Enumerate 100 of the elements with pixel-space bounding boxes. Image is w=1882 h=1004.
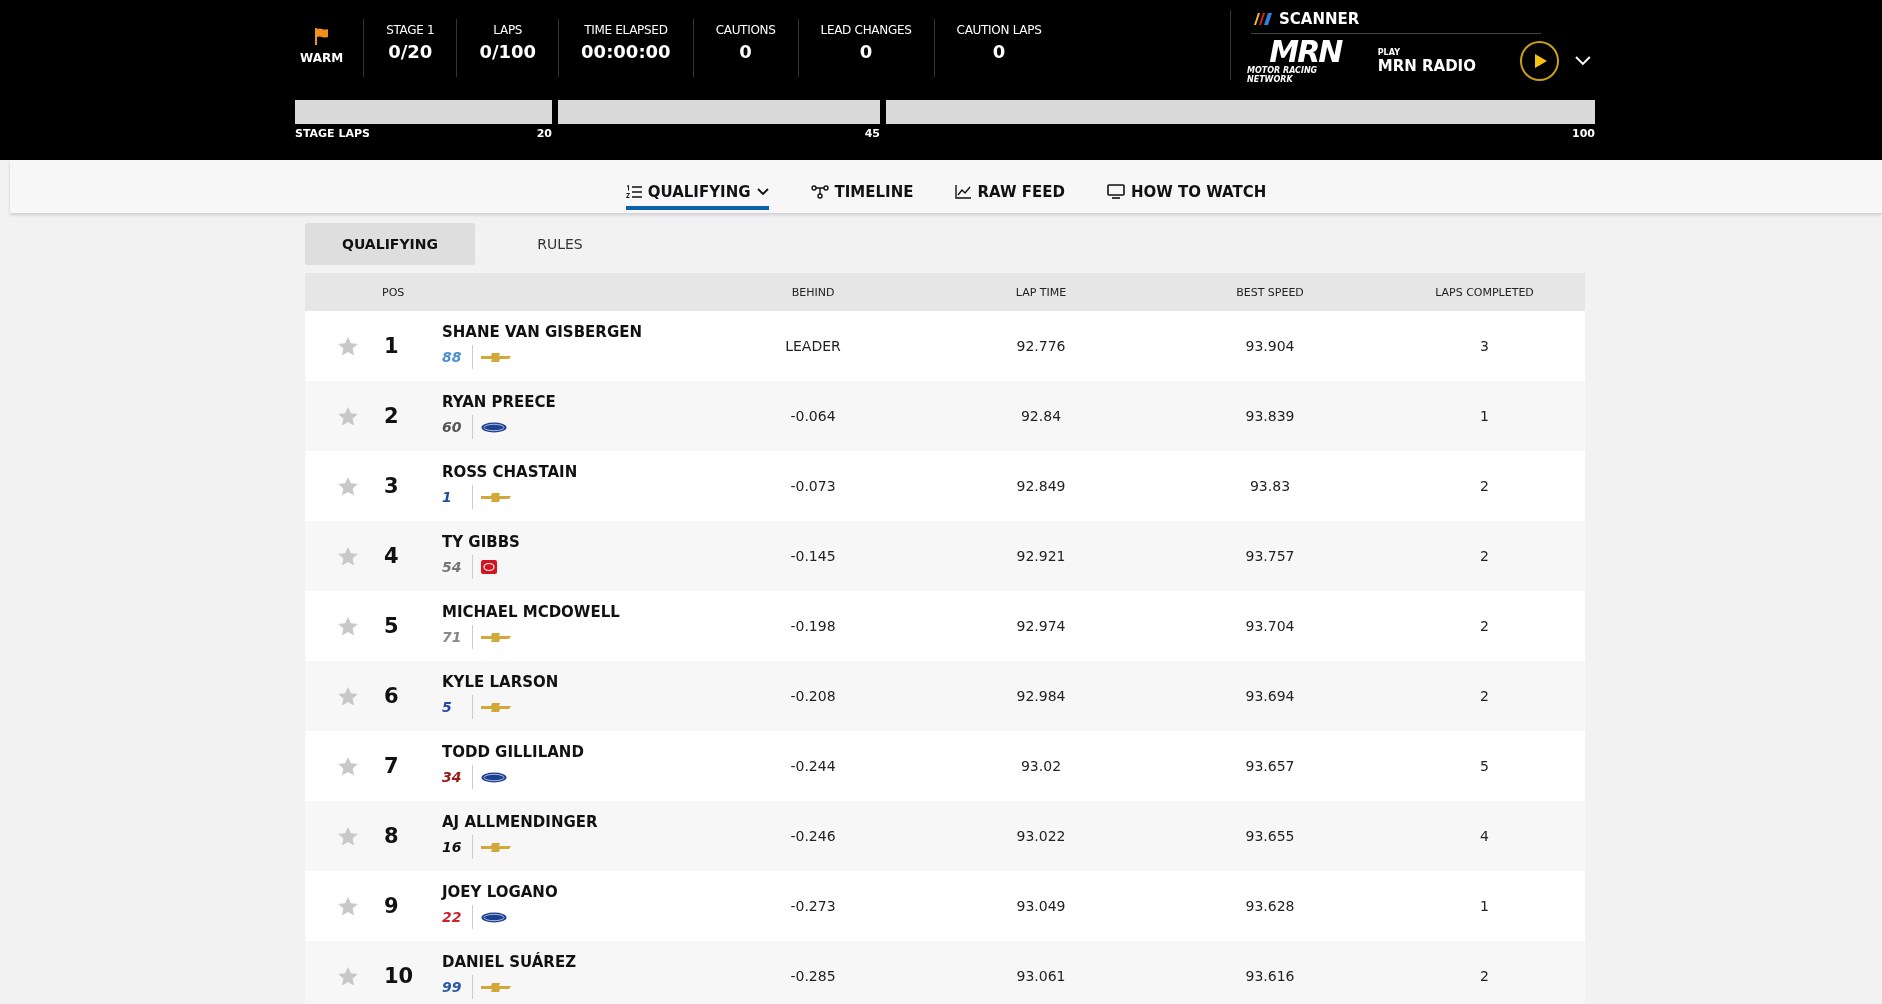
driver-name: AJ ALLMENDINGER	[442, 813, 599, 831]
star-icon[interactable]	[338, 686, 358, 706]
car-number: 5	[442, 699, 453, 715]
best-speed: 93.704	[1244, 618, 1296, 634]
flag-icon	[313, 27, 330, 45]
driver-name: RYAN PREECE	[442, 393, 557, 411]
behind-time: -0.246	[789, 828, 837, 844]
best-speed: 93.628	[1244, 898, 1296, 914]
table-row[interactable]: 9 JOEY LOGANO 22 -0.273 93.049 93.628 1	[305, 871, 1585, 941]
lap-time: 92.921	[1015, 548, 1067, 564]
lap-time: 93.061	[1015, 968, 1067, 984]
lap-time: 93.022	[1015, 828, 1067, 844]
best-speed: 93.83	[1248, 478, 1292, 494]
star-icon[interactable]	[338, 546, 358, 566]
car-number: 71	[442, 629, 463, 645]
lap-time: 92.84	[1019, 408, 1063, 424]
stat-label: TIME ELAPSED	[584, 23, 668, 37]
laps-completed: 2	[1479, 548, 1490, 564]
stat-value: 00:00:00	[581, 41, 671, 62]
nav-tab[interactable]: HOW TO WATCH	[1106, 167, 1267, 210]
column-header: LAP TIME	[1014, 285, 1068, 299]
stat-label: LAPS	[493, 23, 523, 37]
oval-icon	[481, 421, 507, 433]
stat-value: 0	[992, 41, 1006, 62]
best-speed: 93.757	[1244, 548, 1296, 564]
line-chart-icon	[955, 184, 972, 199]
behind-time: -0.064	[789, 408, 837, 424]
monitor-icon	[1106, 184, 1125, 199]
flag-status: WARM	[300, 51, 344, 65]
best-speed: 93.839	[1244, 408, 1296, 424]
station-name: MRN RADIO	[1377, 56, 1477, 75]
table-row[interactable]: 7 TODD GILLILAND 34 -0.244 93.02 93.657 5	[305, 731, 1585, 801]
chevron-down-icon[interactable]	[1575, 56, 1591, 66]
driver-name: ROSS CHASTAIN	[442, 463, 579, 481]
sub-tab[interactable]: QUALIFYING	[305, 223, 475, 265]
column-header: LAPS COMPLETED	[1434, 285, 1535, 299]
nav-tab[interactable]: TIMELINE	[810, 167, 914, 210]
star-icon[interactable]	[338, 826, 358, 846]
driver-name: MICHAEL MCDOWELL	[442, 603, 621, 621]
car-number: 60	[442, 419, 463, 435]
table-row[interactable]: 8 AJ ALLMENDINGER 16 -0.246 93.022 93.655 4	[305, 801, 1585, 871]
driver-name: TY GIBBS	[442, 533, 521, 551]
table-row[interactable]: 1 SHANE VAN GISBERGEN 88 LEADER 92.776 93.904 3	[305, 311, 1585, 381]
table-row[interactable]: 2 RYAN PREECE 60 -0.064 92.84 93.839 1	[305, 381, 1585, 451]
table-row[interactable]: 6 KYLE LARSON 5 -0.208 92.984 93.694 2	[305, 661, 1585, 731]
laps-completed: 2	[1479, 688, 1490, 704]
star-icon[interactable]	[338, 616, 358, 636]
table-row[interactable]: 3 ROSS CHASTAIN 1 -0.073 92.849 93.83 2	[305, 451, 1585, 521]
position-number: 5	[383, 614, 400, 638]
star-icon[interactable]	[338, 336, 358, 356]
stage-end-lap: 45	[864, 127, 880, 140]
stripes-icon	[1251, 13, 1273, 25]
star-icon[interactable]	[338, 896, 358, 916]
lap-time: 92.984	[1015, 688, 1067, 704]
emblem-icon	[481, 560, 497, 574]
table-row[interactable]: 10 DANIEL SUÁREZ 99 -0.285 93.061 93.616 2	[305, 941, 1585, 1004]
position-number: 10	[383, 964, 415, 988]
behind-time: LEADER	[784, 338, 842, 354]
play-button[interactable]	[1519, 41, 1560, 81]
position-number: 2	[383, 404, 400, 428]
car-number: 99	[442, 979, 463, 995]
lap-time: 93.02	[1019, 758, 1063, 774]
column-header: BEHIND	[790, 285, 836, 299]
driver-name: SHANE VAN GISBERGEN	[442, 323, 643, 341]
position-number: 6	[383, 684, 400, 708]
star-icon[interactable]	[338, 406, 358, 426]
sub-tab[interactable]: RULES	[475, 223, 645, 265]
best-speed: 93.616	[1244, 968, 1296, 984]
behind-time: -0.273	[789, 898, 837, 914]
driver-name: DANIEL SUÁREZ	[442, 953, 578, 971]
stat-label: CAUTIONS	[715, 23, 776, 37]
car-number: 1	[442, 489, 453, 505]
stat-label: CAUTION LAPS	[956, 23, 1042, 37]
oval-icon	[481, 771, 507, 783]
nav-tab[interactable]: QUALIFYING	[625, 167, 769, 210]
behind-time: -0.073	[789, 478, 837, 494]
lap-time: 92.776	[1015, 338, 1067, 354]
bowtie-icon	[481, 492, 511, 502]
column-header: BEST SPEED	[1235, 285, 1305, 299]
stat-label: LEAD CHANGES	[820, 23, 912, 37]
bowtie-icon	[481, 702, 511, 712]
nav-tab[interactable]: RAW FEED	[955, 167, 1065, 210]
star-icon[interactable]	[338, 476, 358, 496]
position-number: 1	[383, 334, 400, 358]
best-speed: 93.655	[1244, 828, 1296, 844]
behind-time: -0.198	[789, 618, 837, 634]
oval-icon	[481, 911, 507, 923]
table-row[interactable]: 4 TY GIBBS 54 -0.145 92.921 93.757 2	[305, 521, 1585, 591]
stat-value: 0/100	[479, 41, 537, 62]
car-number: 34	[442, 769, 463, 785]
behind-time: -0.145	[789, 548, 837, 564]
behind-time: -0.285	[789, 968, 837, 984]
laps-completed: 1	[1479, 408, 1490, 424]
bowtie-icon	[481, 842, 511, 852]
table-row[interactable]: 5 MICHAEL MCDOWELL 71 -0.198 92.974 93.704 2	[305, 591, 1585, 661]
star-icon[interactable]	[338, 756, 358, 776]
position-number: 9	[383, 894, 400, 918]
star-icon[interactable]	[338, 966, 358, 986]
behind-time: -0.208	[789, 688, 837, 704]
play-label: PLAY	[1377, 47, 1401, 57]
